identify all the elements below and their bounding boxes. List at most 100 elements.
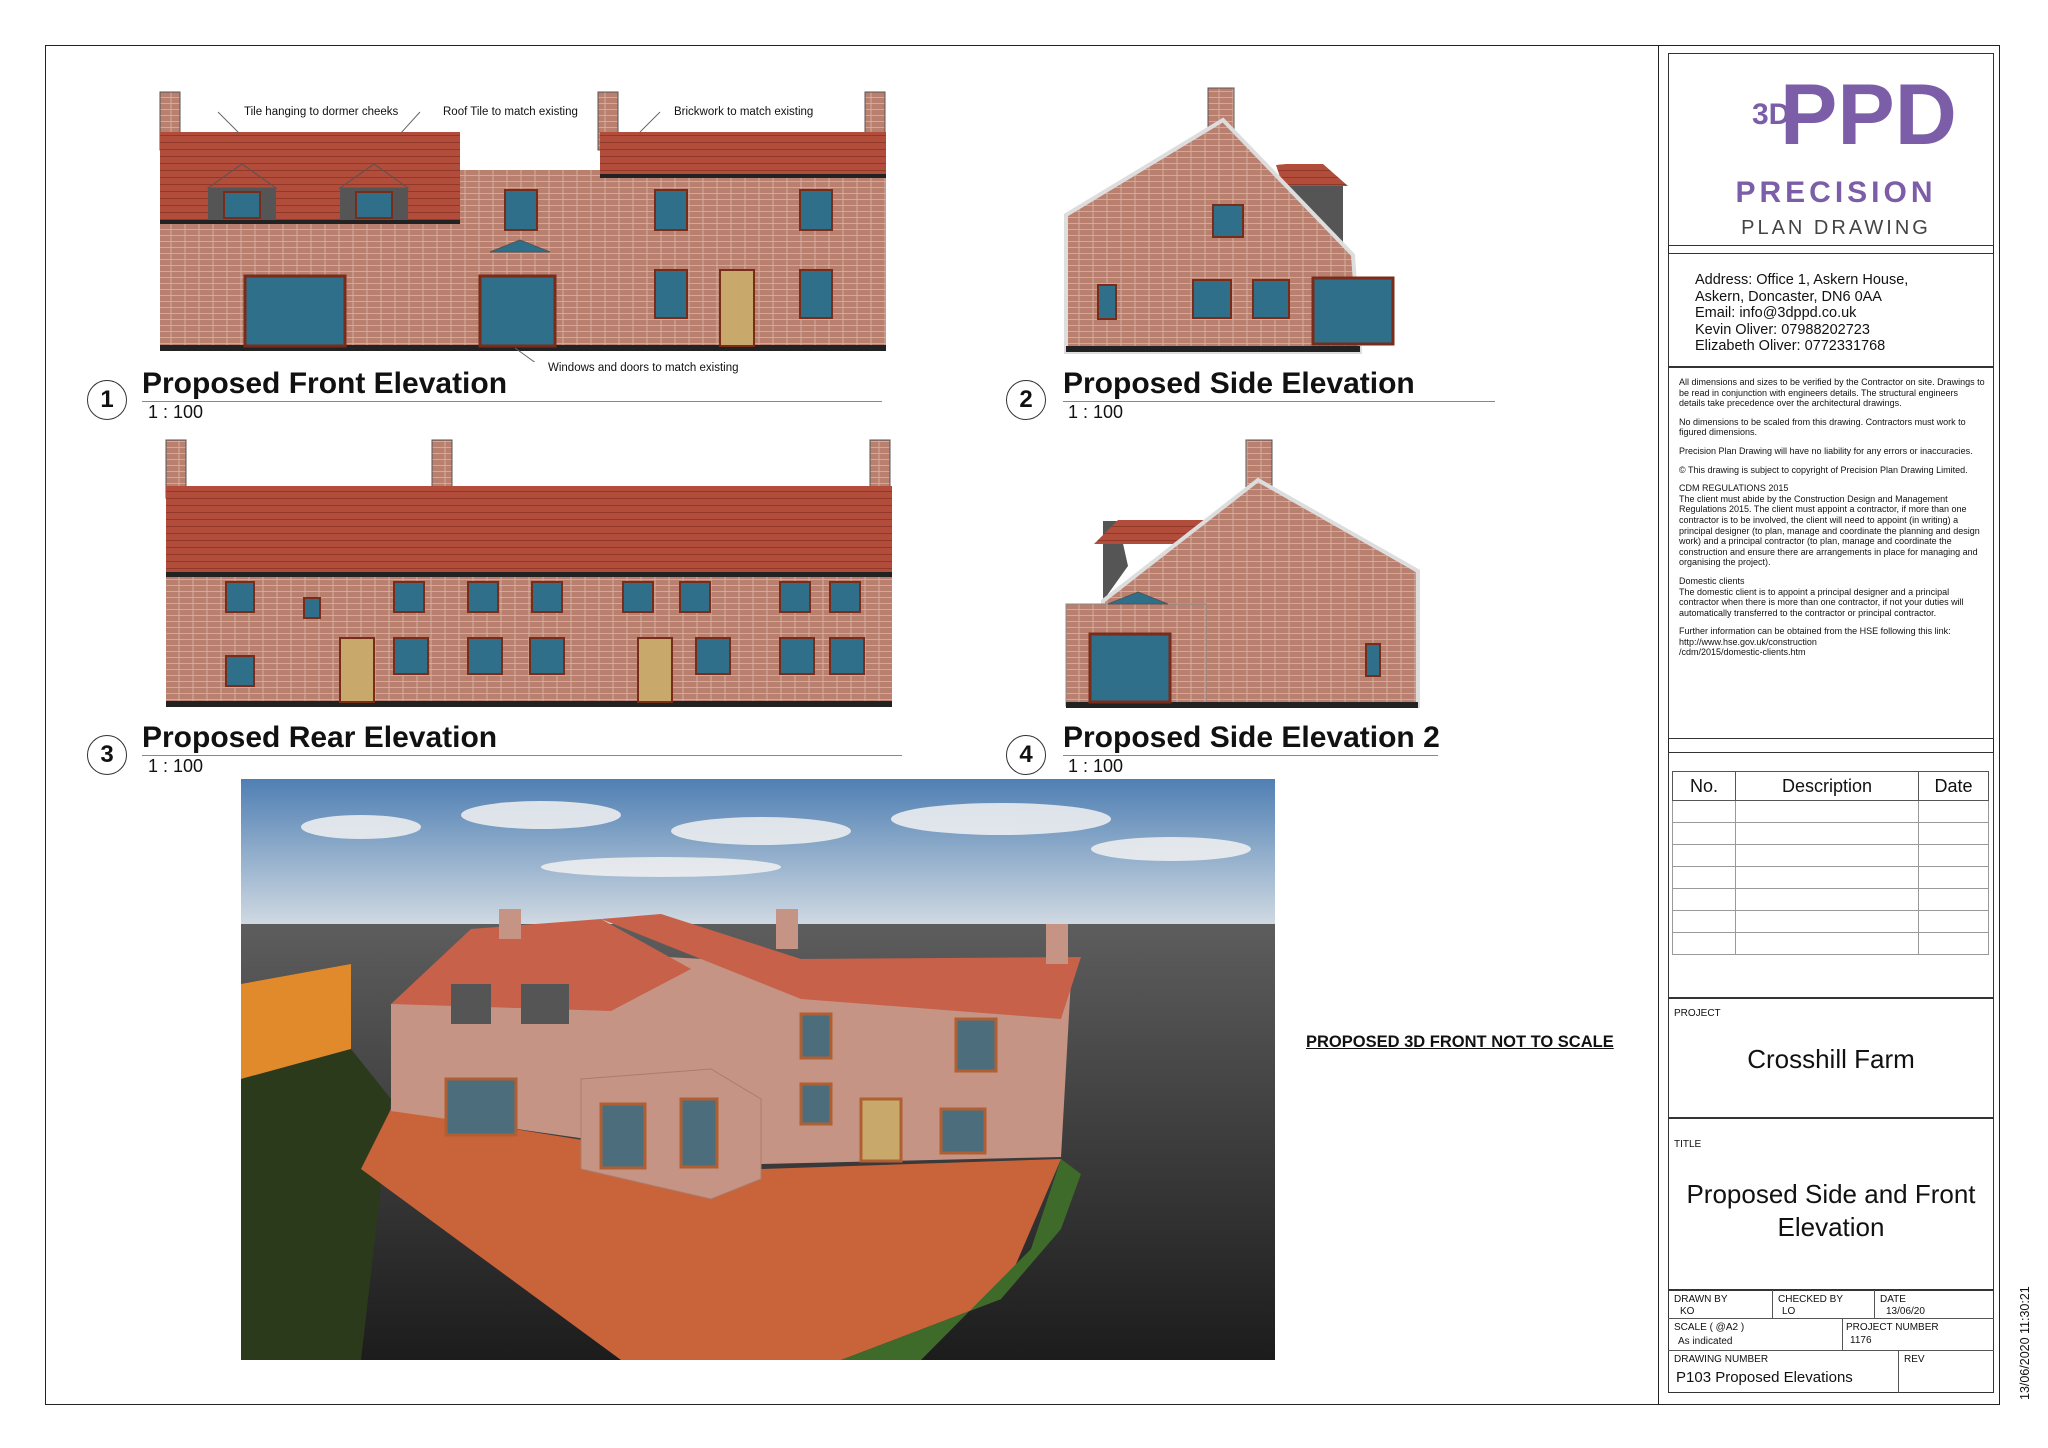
window bbox=[829, 581, 861, 613]
project-label: PROJECT bbox=[1674, 1008, 1721, 1019]
view-scale-3: 1 : 100 bbox=[148, 756, 204, 776]
window bbox=[654, 189, 688, 231]
window bbox=[467, 637, 503, 675]
window bbox=[695, 637, 731, 675]
view-scale-1: 1 : 100 bbox=[148, 402, 204, 422]
date-value: 13/06/20 bbox=[1886, 1306, 1925, 1317]
note-dimensions: All dimensions and sizes to be verified … bbox=[1679, 377, 1985, 409]
table-row bbox=[1672, 888, 1989, 911]
window bbox=[504, 189, 538, 231]
view-scale-2: 1 : 100 bbox=[1068, 402, 1124, 422]
rear-door bbox=[339, 637, 375, 703]
rear-door bbox=[637, 637, 673, 703]
drawing-title-line-1: Proposed Side and Front bbox=[1686, 1179, 1976, 1209]
view-number-2: 2 bbox=[1006, 380, 1046, 420]
window bbox=[1365, 643, 1381, 677]
rev-label: REV bbox=[1904, 1354, 1925, 1365]
project-number-value: 1176 bbox=[1850, 1335, 1872, 1346]
render-caption: PROPOSED 3D FRONT NOT TO SCALE bbox=[1306, 1033, 1614, 1051]
window bbox=[799, 1012, 833, 1060]
window bbox=[779, 581, 811, 613]
bifold-doors bbox=[243, 274, 347, 348]
window bbox=[799, 269, 833, 319]
table-row bbox=[1672, 932, 1989, 955]
window bbox=[1097, 284, 1117, 320]
rear-roof bbox=[1276, 164, 1348, 186]
note-domestic: The domestic client is to appoint a prin… bbox=[1679, 586, 1964, 618]
window bbox=[393, 581, 425, 613]
drawn-by-label: DRAWN BY bbox=[1674, 1294, 1728, 1305]
address-line-1: Address: Office 1, Askern House, bbox=[1695, 272, 1909, 288]
note-cdm-heading: CDM REGULATIONS 2015 bbox=[1679, 483, 1789, 494]
note-domestic-heading: Domestic clients bbox=[1679, 575, 1745, 586]
project-number-label: PROJECT NUMBER bbox=[1846, 1322, 1939, 1333]
window bbox=[829, 637, 865, 675]
rear-elevation-drawing bbox=[165, 439, 892, 707]
window bbox=[303, 597, 321, 619]
logo-sub: PLAN DRAWING bbox=[1741, 217, 1931, 239]
render-3d-front bbox=[241, 779, 1275, 1360]
view-title-3: Proposed Rear Elevation bbox=[142, 721, 498, 754]
table-row bbox=[1672, 822, 1989, 845]
view-title-4: Proposed Side Elevation 2 bbox=[1063, 721, 1440, 754]
front-elevation-drawing bbox=[159, 91, 886, 362]
view-title-1: Proposed Front Elevation bbox=[142, 367, 508, 400]
chimney bbox=[776, 909, 798, 949]
window bbox=[1212, 204, 1244, 238]
table-row bbox=[1672, 844, 1989, 867]
drawing-title-line-2: Elevation bbox=[1777, 1212, 1885, 1242]
view-number-1: 1 bbox=[87, 380, 127, 420]
patio-doors bbox=[1088, 632, 1172, 704]
note-cdm: The client must abide by the Constructio… bbox=[1679, 493, 1980, 568]
drawing-title: Proposed Side and Front Elevation bbox=[1668, 1178, 1994, 1244]
address-line-2: Askern, Doncaster, DN6 0AA bbox=[1695, 288, 1882, 305]
window bbox=[529, 637, 565, 675]
project-name: Crosshill Farm bbox=[1747, 1044, 1915, 1074]
note-liability: Precision Plan Drawing will have no liab… bbox=[1679, 445, 1973, 456]
print-timestamp: 13/06/2020 11:30:21 bbox=[2018, 1286, 2032, 1400]
table-row bbox=[1672, 800, 1989, 823]
roof bbox=[166, 486, 892, 576]
dormer-left-window bbox=[223, 191, 261, 219]
drawn-by-value: KO bbox=[1680, 1306, 1695, 1317]
window bbox=[225, 655, 255, 687]
side-elevation-2-drawing bbox=[1065, 439, 1420, 708]
title-label: TITLE bbox=[1674, 1139, 1702, 1150]
scale-value: As indicated bbox=[1678, 1336, 1733, 1347]
roof-left bbox=[160, 132, 460, 224]
note-further-info: Further information can be obtained from… bbox=[1679, 626, 1951, 637]
note-link-2: /cdm/2015/domestic-clients.htm bbox=[1679, 647, 1806, 658]
rev-col-no: No. bbox=[1672, 771, 1736, 801]
window bbox=[654, 269, 688, 319]
drawing-number-label: DRAWING NUMBER bbox=[1674, 1354, 1769, 1365]
window bbox=[939, 1107, 987, 1155]
window bbox=[1252, 279, 1290, 319]
window bbox=[531, 581, 563, 613]
front-door bbox=[719, 269, 755, 347]
note-copyright: © This drawing is subject to copyright o… bbox=[1679, 464, 1968, 475]
view-title-2: Proposed Side Elevation bbox=[1063, 367, 1415, 400]
dormer bbox=[451, 984, 491, 1024]
patio-doors bbox=[679, 1097, 719, 1169]
window bbox=[799, 189, 833, 231]
view-scale-4: 1 : 100 bbox=[1068, 756, 1124, 776]
window bbox=[225, 581, 255, 613]
window bbox=[622, 581, 654, 613]
company-logo: 3D PPD PRECISION PLAN DRAWING bbox=[1735, 72, 1956, 239]
window bbox=[799, 1082, 833, 1126]
patio-doors bbox=[599, 1102, 647, 1170]
rev-col-description: Description bbox=[1735, 771, 1919, 801]
email-text: Email: info@3dppd.co.uk bbox=[1695, 305, 1857, 321]
window bbox=[779, 637, 815, 675]
table-row bbox=[1672, 910, 1989, 933]
view-number-4: 4 bbox=[1006, 735, 1046, 775]
logo-name: PRECISION bbox=[1735, 176, 1936, 209]
rev-col-date: Date bbox=[1918, 771, 1989, 801]
general-notes: All dimensions and sizes to be verified … bbox=[1679, 377, 1985, 658]
drawing-number-value: P103 Proposed Elevations bbox=[1676, 1369, 1853, 1386]
window bbox=[1192, 279, 1232, 319]
roof-right bbox=[600, 132, 886, 177]
side-elevation-drawing bbox=[1064, 87, 1395, 354]
dormer-right-window bbox=[355, 191, 393, 219]
first-floor-wall bbox=[600, 178, 886, 228]
